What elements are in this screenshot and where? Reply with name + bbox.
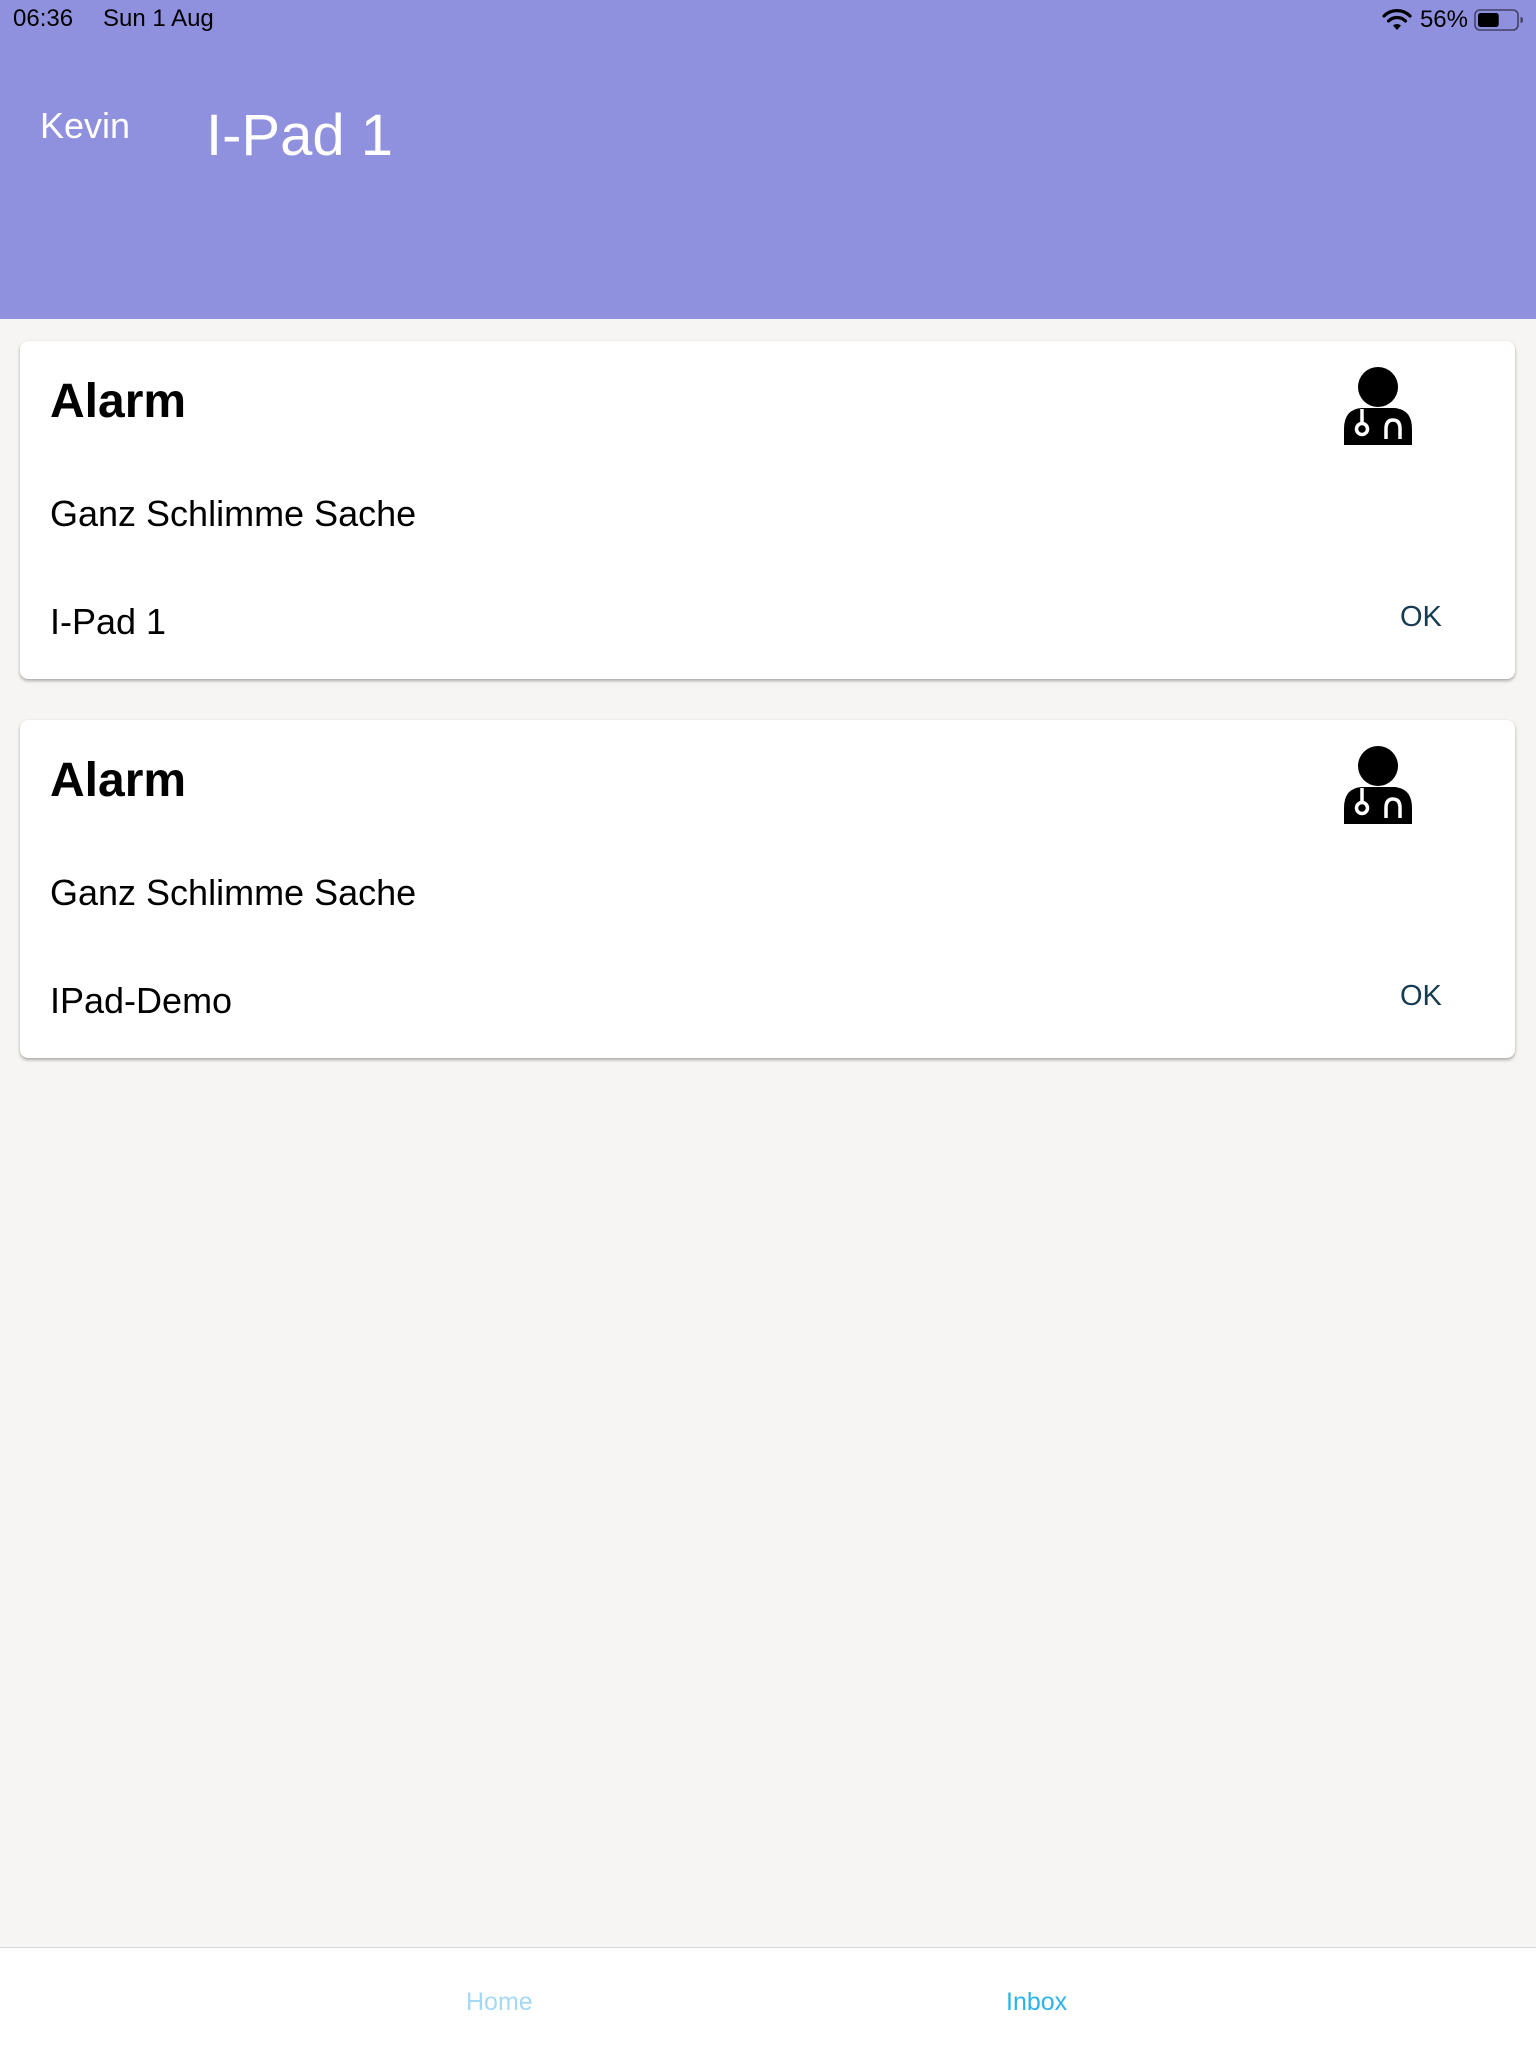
ok-button[interactable]: OK (1400, 980, 1442, 1013)
card-title: Alarm (50, 754, 187, 807)
card-title: Alarm (50, 375, 187, 428)
ok-button[interactable]: OK (1400, 601, 1442, 634)
status-date: Sun 1 Aug (103, 5, 214, 32)
user-name-button[interactable]: Kevin (40, 105, 130, 147)
battery-percentage: 56% (1419, 6, 1468, 33)
battery-fill (1478, 13, 1499, 27)
page-title: I-Pad 1 (206, 103, 393, 168)
card-device-name: IPad-Demo (50, 980, 233, 1021)
doctor-icon (1344, 746, 1412, 824)
card-message: Ganz Schlimme Sache (50, 872, 417, 913)
alarm-card: Alarm Ganz Schlimme Sache I-Pad 1 OK (20, 341, 1515, 679)
card-message: Ganz Schlimme Sache (50, 493, 417, 534)
wifi-icon (1382, 9, 1412, 30)
alarm-card: Alarm Ganz Schlimme Sache IPad-Demo OK (20, 720, 1515, 1058)
status-time: 06:36 (13, 5, 74, 32)
status-indicators: 56% (1382, 6, 1524, 34)
tab-home[interactable]: Home (466, 1988, 533, 2017)
app-header: 06:36 Sun 1 Aug 56% Kevin I-Pad 1 (0, 0, 1536, 319)
status-bar: 06:36 Sun 1 Aug 56% (0, 0, 1536, 40)
card-device-name: I-Pad 1 (50, 601, 167, 642)
doctor-icon (1344, 367, 1412, 445)
battery-icon (1474, 9, 1523, 31)
tab-bar: Home Inbox (0, 1947, 1536, 2049)
tab-inbox[interactable]: Inbox (1006, 1988, 1067, 2017)
